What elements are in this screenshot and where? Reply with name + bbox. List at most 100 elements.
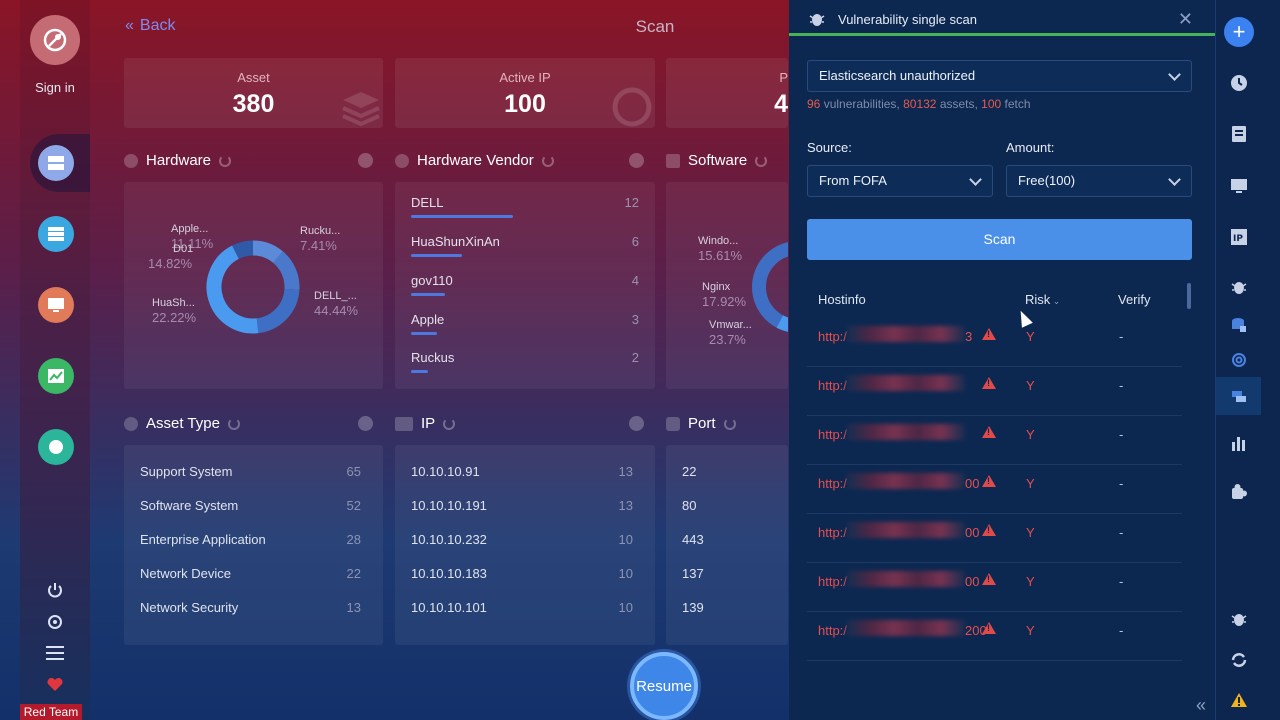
list-item: 10.10.10.91 13 bbox=[411, 464, 633, 479]
server-icon[interactable] bbox=[38, 145, 74, 181]
resume-button[interactable]: Resume bbox=[630, 652, 698, 720]
monitor-icon[interactable] bbox=[1228, 175, 1250, 197]
scan-stats: 96 vulnerabilities, 80132 assets, 100 fe… bbox=[807, 97, 1031, 111]
table-row[interactable]: http:/ 3 Y - bbox=[807, 318, 1182, 367]
more-icon[interactable] bbox=[629, 153, 644, 168]
selected-value: Elasticsearch unauthorized bbox=[819, 68, 976, 83]
more-icon[interactable] bbox=[358, 416, 373, 431]
refresh-icon[interactable] bbox=[541, 154, 554, 167]
svg-text:IP: IP bbox=[1233, 234, 1243, 244]
sign-in-link[interactable]: Sign in bbox=[20, 80, 90, 95]
more-icon[interactable] bbox=[629, 416, 644, 431]
host-suffix: 3 bbox=[965, 329, 973, 344]
scrollbar[interactable] bbox=[1187, 283, 1191, 309]
redacted-host bbox=[847, 375, 965, 391]
host-link[interactable]: http:/ bbox=[818, 623, 847, 638]
verify-value[interactable]: - bbox=[1119, 623, 1123, 638]
verify-value[interactable]: - bbox=[1119, 329, 1123, 344]
close-icon[interactable]: ✕ bbox=[1178, 9, 1193, 30]
refresh-icon[interactable] bbox=[219, 154, 232, 167]
gear-icon[interactable] bbox=[44, 611, 66, 633]
warning-icon bbox=[982, 524, 996, 536]
software-donut-chart bbox=[752, 242, 788, 332]
puzzle-icon[interactable] bbox=[1228, 481, 1250, 503]
refresh-icon[interactable] bbox=[1228, 649, 1250, 671]
warning-icon[interactable] bbox=[1228, 689, 1250, 711]
refresh-icon[interactable] bbox=[723, 417, 736, 430]
clock-icon[interactable] bbox=[1228, 72, 1250, 94]
list-item: DELL 12 bbox=[411, 195, 639, 218]
monitor-icon[interactable] bbox=[38, 287, 74, 323]
pie-slice bbox=[256, 288, 300, 334]
amount-select[interactable]: Free(100) bbox=[1006, 165, 1192, 197]
vendor-icon bbox=[395, 153, 409, 168]
host-link[interactable]: http:/ bbox=[818, 525, 847, 540]
vendor-bar bbox=[411, 293, 445, 296]
bar-chart-icon[interactable] bbox=[1228, 432, 1250, 454]
ip-icon bbox=[395, 416, 413, 431]
refresh-icon[interactable] bbox=[443, 417, 456, 430]
table-row[interactable]: http:/ Y - bbox=[807, 416, 1182, 465]
more-icon[interactable] bbox=[358, 153, 373, 168]
table-row[interactable]: http:/ Y - bbox=[807, 367, 1182, 416]
host-link[interactable]: http:/ bbox=[818, 427, 847, 442]
host-suffix: 00 bbox=[965, 525, 980, 540]
logo-icon[interactable] bbox=[30, 15, 80, 65]
bug-icon[interactable] bbox=[1228, 276, 1250, 298]
risk-value: Y bbox=[1026, 525, 1035, 540]
host-link[interactable]: http:/ bbox=[818, 574, 847, 589]
hardware-vendor-panel: DELL 12 HuaShunXinAn 6 gov110 4 Apple 3 Ruck… bbox=[395, 182, 655, 389]
refresh-icon[interactable] bbox=[755, 154, 768, 167]
verify-value[interactable]: - bbox=[1119, 525, 1123, 540]
warning-icon bbox=[982, 377, 996, 389]
pie-label: HuaSh... 22.22% bbox=[152, 297, 197, 326]
software-chart-panel: Windo... 15.61% Nginx 17.92% Vmwar... 23.7% bbox=[666, 182, 788, 389]
verify-value[interactable]: - bbox=[1119, 427, 1123, 442]
list-item: 10.10.10.232 10 bbox=[411, 532, 633, 547]
menu-icon[interactable] bbox=[44, 642, 66, 664]
vulnerability-select[interactable]: Elasticsearch unauthorized bbox=[807, 60, 1192, 92]
list-item: 10.10.10.191 13 bbox=[411, 498, 633, 513]
plus-icon[interactable]: + bbox=[1224, 17, 1254, 47]
table-row[interactable]: http:/ 00 Y - bbox=[807, 514, 1182, 563]
table-row[interactable]: http:/200Y- bbox=[807, 612, 1182, 661]
list-item: 443 bbox=[682, 532, 704, 547]
panel-title: Vulnerability single scan bbox=[838, 12, 977, 27]
chart-icon[interactable] bbox=[38, 358, 74, 394]
fingerprint-icon[interactable] bbox=[1228, 349, 1250, 371]
vendor-bar bbox=[411, 254, 462, 257]
list-item: Ruckus 2 bbox=[411, 350, 639, 373]
verify-value[interactable]: - bbox=[1119, 476, 1123, 491]
redacted-host bbox=[847, 620, 965, 636]
verify-value[interactable]: - bbox=[1119, 574, 1123, 589]
host-link[interactable]: http:/ bbox=[818, 378, 847, 393]
verify-value[interactable]: - bbox=[1119, 378, 1123, 393]
list-icon[interactable] bbox=[38, 216, 74, 252]
puzzle-icon[interactable] bbox=[38, 429, 74, 465]
bug-icon[interactable] bbox=[1228, 608, 1250, 630]
list-item: Software System 52 bbox=[140, 498, 361, 513]
software-icon bbox=[666, 153, 680, 168]
host-link[interactable]: http:/ bbox=[818, 476, 847, 491]
scan-button[interactable]: Scan bbox=[807, 219, 1192, 260]
double-chevron-left-icon[interactable]: « bbox=[1196, 695, 1206, 716]
back-button[interactable]: « Back bbox=[125, 17, 175, 35]
host-link[interactable]: http:/ bbox=[818, 329, 847, 344]
host-suffix: 00 bbox=[965, 476, 980, 491]
source-select[interactable]: From FOFA bbox=[807, 165, 993, 197]
power-icon[interactable] bbox=[44, 579, 66, 601]
risk-value: Y bbox=[1026, 427, 1035, 442]
table-row[interactable]: http:/ 00 Y - bbox=[807, 563, 1182, 612]
refresh-icon[interactable] bbox=[227, 417, 240, 430]
layers-icon[interactable] bbox=[1228, 385, 1250, 407]
pie-label: Nginx 17.92% bbox=[702, 281, 747, 310]
risk-value: Y bbox=[1026, 623, 1035, 638]
database-lock-icon[interactable] bbox=[1228, 314, 1250, 336]
ip-header: IP bbox=[395, 415, 456, 432]
ip-icon[interactable]: IP bbox=[1228, 226, 1250, 248]
section-title: Port bbox=[688, 415, 716, 432]
column-header-risk[interactable]: Risk ⌄ bbox=[1025, 292, 1060, 307]
table-row[interactable]: http:/ 00 Y - bbox=[807, 465, 1182, 514]
layers-icon bbox=[342, 92, 380, 127]
document-icon[interactable] bbox=[1228, 123, 1250, 145]
